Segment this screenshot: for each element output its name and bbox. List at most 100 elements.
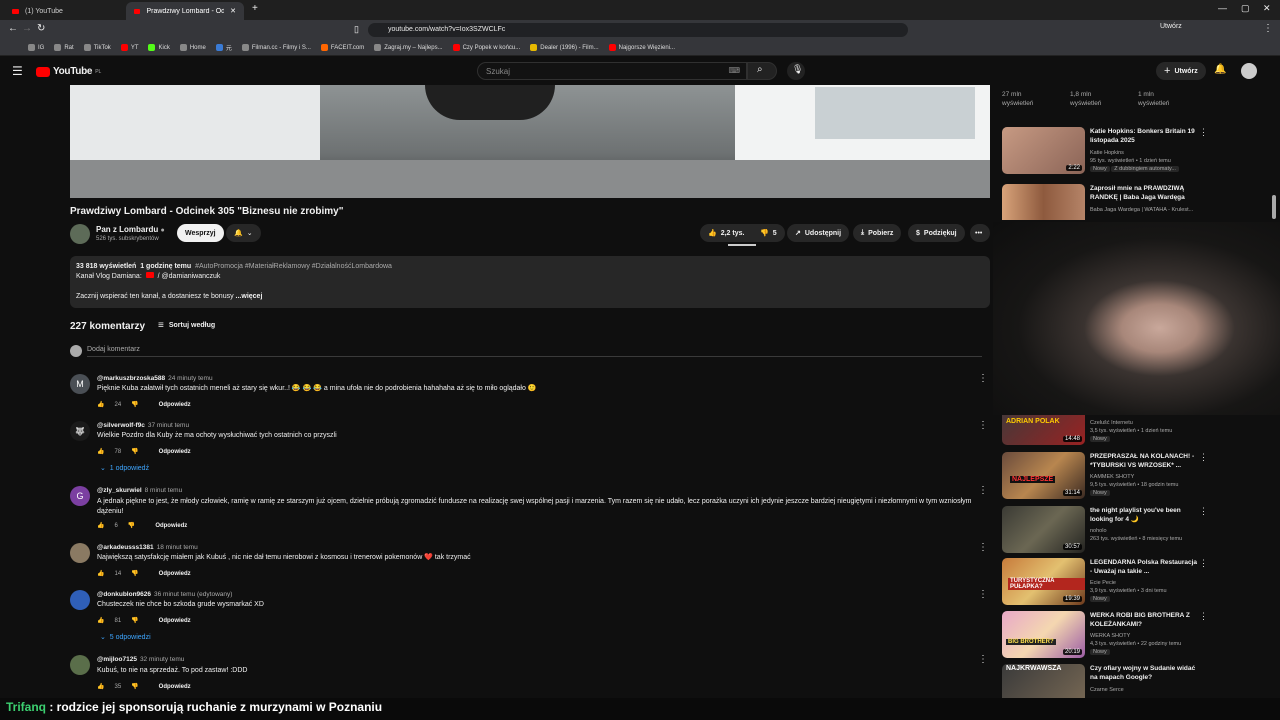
rec-menu-icon[interactable]: ⋮	[1199, 664, 1202, 675]
channel-name[interactable]: Pan z Lombardu ●	[96, 225, 165, 234]
share-button[interactable]: ↗ Udostępnij	[787, 224, 850, 242]
bookmark-item[interactable]: 元	[215, 43, 232, 52]
menu-dots-icon[interactable]: ⋮	[1263, 23, 1273, 34]
recommended-video[interactable]: Zaprosił mnie na PRAWDZIWĄ RANDKĘ | Baba…	[1002, 184, 1202, 220]
back-icon[interactable]: ←	[8, 23, 18, 34]
join-button[interactable]: Wesprzyj	[177, 224, 224, 242]
dislike-button[interactable]: 👎 5	[752, 224, 785, 242]
recommended-video[interactable]: 30:57 the night playlist you've been loo…	[1002, 506, 1208, 556]
minimize-icon[interactable]: —	[1218, 3, 1227, 13]
channel-avatar[interactable]	[70, 224, 90, 244]
recommended-video[interactable]: TURYSTYCZNA PUŁAPKA? 19:39 LEGENDARNA Po…	[1002, 558, 1208, 608]
bookmark-item[interactable]: Czy Popek w końcu...	[452, 44, 520, 51]
commenter-avatar[interactable]: 🐺	[70, 421, 90, 441]
comment-menu-icon[interactable]: ⋮	[978, 373, 988, 384]
page-scrollbar-thumb[interactable]	[1272, 195, 1276, 219]
bookmark-item[interactable]: Kick	[148, 44, 170, 51]
thumbs-up-icon[interactable]: 👍	[97, 570, 104, 577]
thanks-button[interactable]: $ Podziękuj	[908, 224, 965, 242]
video-player[interactable]	[70, 85, 990, 198]
bookmark-icon[interactable]: ▯	[354, 24, 359, 35]
youtube-logo[interactable]: YouTube PL	[36, 66, 101, 77]
bookmark-item[interactable]: Rat	[54, 44, 74, 51]
thumbs-down-icon[interactable]: 👎	[131, 448, 138, 455]
thumbs-down-icon[interactable]: 👎	[131, 683, 138, 690]
video-thumbnail[interactable]: 2:22	[1002, 127, 1085, 174]
rec-menu-icon[interactable]: ⋮	[1199, 506, 1208, 517]
rec-title[interactable]: Zaprosił mnie na PRAWDZIWĄ RANDKĘ | Baba…	[1090, 184, 1200, 202]
thumbs-down-icon[interactable]: 👎	[128, 522, 135, 529]
rec-title[interactable]: PRZEPRASZAŁ NA KOLANACH! - *TYBURSKI VS …	[1090, 452, 1200, 470]
thumbs-up-icon[interactable]: 👍	[97, 448, 104, 455]
thumbs-down-icon[interactable]: 👎	[131, 617, 138, 624]
new-tab-icon[interactable]: +	[252, 3, 258, 14]
reload-icon[interactable]: ↻	[37, 23, 45, 34]
comment-menu-icon[interactable]: ⋮	[978, 420, 988, 431]
subscription-notifications-button[interactable]: 🔔 ⌄	[226, 224, 261, 242]
search-input[interactable]: Szukaj ⌨	[477, 62, 747, 80]
thumbs-up-icon[interactable]: 👍	[97, 617, 104, 624]
description-box[interactable]: 33 818 wyświetleń 1 godzinę temu #AutoPr…	[70, 256, 990, 308]
tools-label[interactable]: Utwórz	[1160, 23, 1182, 30]
reply-button[interactable]: Odpowiedz	[159, 618, 191, 624]
rec-title[interactable]: the night playlist you've been looking f…	[1090, 506, 1200, 524]
bookmark-item[interactable]: IG	[28, 44, 44, 51]
recommended-video[interactable]: BIG BROTHER? 20:19 WERKA ROBI BIG BROTHE…	[1002, 611, 1208, 661]
close-tab-icon[interactable]: ✕	[230, 7, 236, 15]
create-button[interactable]: + Utwórz	[1156, 62, 1206, 80]
bookmark-item[interactable]: Najgorsze Więzieni...	[608, 44, 675, 51]
bookmark-item[interactable]: Filman.cc - Filmy i S...	[241, 44, 311, 51]
show-replies-button[interactable]: ⌄ 1 odpowiedź	[100, 464, 149, 472]
keyboard-icon[interactable]: ⌨	[728, 66, 740, 75]
thumbs-up-icon[interactable]: 👍	[97, 522, 104, 529]
comment-menu-icon[interactable]: ⋮	[978, 485, 988, 496]
rec-menu-icon[interactable]: ⋮	[1199, 611, 1208, 622]
bookmark-item[interactable]: FACEIT.com	[320, 44, 364, 51]
commenter-avatar[interactable]	[70, 590, 90, 610]
reply-button[interactable]: Odpowiedz	[159, 571, 191, 577]
video-thumbnail[interactable]: TURYSTYCZNA PUŁAPKA? 19:39	[1002, 558, 1085, 605]
tab-current-video[interactable]: Prawdziwy Lombard - Odcinek 3 ✕	[126, 2, 244, 20]
thumbs-down-icon[interactable]: 👎	[131, 570, 138, 577]
bookmark-item[interactable]: Home	[179, 44, 206, 51]
rec-title[interactable]: Czy ofiary wojny w Sudanie widać na mapa…	[1090, 664, 1200, 682]
reply-button[interactable]: Odpowiedz	[159, 402, 191, 408]
video-thumbnail[interactable]: BIG BROTHER? 20:19	[1002, 611, 1085, 658]
rec-menu-icon[interactable]: ⋮	[1199, 184, 1202, 195]
hamburger-menu-icon[interactable]: ☰	[12, 64, 23, 78]
commenter-avatar[interactable]	[70, 543, 90, 563]
rec-title[interactable]: WERKA ROBI BIG BROTHERA Z KOLEŻANKAMI?	[1090, 611, 1200, 629]
bookmark-item[interactable]: YT	[120, 44, 138, 51]
forward-icon[interactable]: →	[22, 23, 32, 34]
show-more-link[interactable]: ...więcej	[236, 293, 263, 300]
comment-menu-icon[interactable]: ⋮	[978, 654, 988, 665]
recommended-video[interactable]: ADRIAN POLAK 14:48 Czelušć Internetu 3,5…	[1002, 415, 1202, 445]
rec-title[interactable]: Katie Hopkins: Bonkers Britain 19 listop…	[1090, 127, 1200, 145]
commenter-avatar[interactable]	[70, 655, 90, 675]
commenter-avatar[interactable]: G	[70, 486, 90, 506]
video-thumbnail[interactable]: ADRIAN POLAK 14:48	[1002, 415, 1085, 445]
search-button[interactable]: ⌕	[747, 62, 777, 80]
tab-youtube-home[interactable]: (1) YouTube	[4, 2, 124, 20]
address-input[interactable]: youtube.com/watch?v=Iox3SZWCLFc	[368, 23, 908, 37]
video-thumbnail[interactable]: NAJKRWAWSZA	[1002, 664, 1085, 698]
video-thumbnail[interactable]	[1002, 184, 1085, 220]
more-actions-button[interactable]: •••	[970, 224, 990, 242]
show-replies-button[interactable]: ⌄ 5 odpowiedzi	[100, 633, 151, 641]
video-thumbnail[interactable]: 30:57	[1002, 506, 1085, 553]
reply-button[interactable]: Odpowiedz	[159, 684, 191, 690]
rec-menu-icon[interactable]: ⋮	[1199, 452, 1208, 463]
video-thumbnail[interactable]: NAJLEPSZE 31:14	[1002, 452, 1085, 499]
recommended-video[interactable]: NAJKRWAWSZA Czy ofiary wojny w Sudanie w…	[1002, 664, 1202, 698]
voice-search-button[interactable]: 🎙	[787, 62, 805, 80]
rec-menu-icon[interactable]: ⋮	[1199, 558, 1208, 569]
maximize-icon[interactable]: ▢	[1241, 3, 1250, 14]
rec-title[interactable]: LEGENDARNA Polska Restauracja - Uważaj n…	[1090, 558, 1200, 576]
comment-menu-icon[interactable]: ⋮	[978, 589, 988, 600]
thumbs-down-icon[interactable]: 👎	[131, 401, 138, 408]
add-comment-input[interactable]: Dodaj komentarz	[87, 346, 982, 357]
thumbs-up-icon[interactable]: 👍	[97, 401, 104, 408]
comment-menu-icon[interactable]: ⋮	[978, 542, 988, 553]
close-window-icon[interactable]: ✕	[1263, 3, 1271, 14]
reply-button[interactable]: Odpowiedz	[155, 523, 187, 529]
